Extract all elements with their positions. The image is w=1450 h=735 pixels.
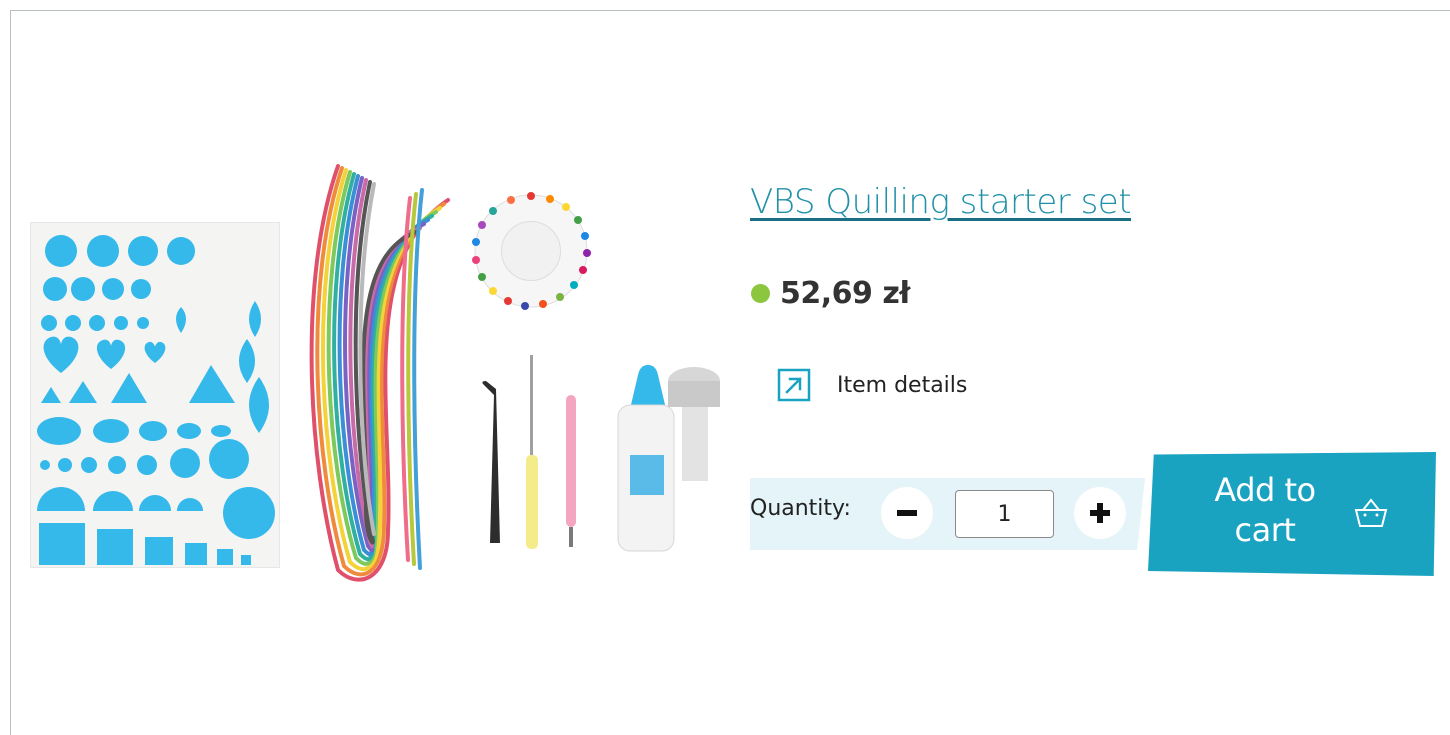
- external-link-arrow-icon: [776, 367, 812, 403]
- paper-strips-bundle: [309, 164, 450, 582]
- add-to-cart-button[interactable]: Add to cart: [1148, 452, 1436, 576]
- increment-quantity-button[interactable]: [1074, 487, 1126, 539]
- pin-wheel: [470, 190, 592, 312]
- template-shapes: [37, 235, 275, 565]
- decrement-quantity-button[interactable]: [881, 487, 933, 539]
- availability-dot: [751, 284, 770, 303]
- item-details-label: Item details: [837, 372, 968, 398]
- quantity-input[interactable]: [955, 490, 1054, 538]
- quilling-tools: [482, 355, 720, 552]
- plus-icon: [1090, 503, 1110, 523]
- item-details-link[interactable]: Item details: [776, 367, 967, 403]
- add-to-cart-label: Add to cart: [1214, 471, 1316, 549]
- minus-icon: [897, 510, 917, 516]
- quantity-label: Quantity:: [750, 496, 851, 521]
- quilling-template-sheet: [30, 222, 280, 568]
- product-image[interactable]: [20, 150, 720, 590]
- product-price: 52,69 zł: [780, 276, 910, 311]
- price-row: 52,69 zł: [751, 276, 910, 311]
- basket-icon: [1354, 498, 1388, 527]
- product-title-link[interactable]: VBS Quilling starter set: [750, 182, 1132, 222]
